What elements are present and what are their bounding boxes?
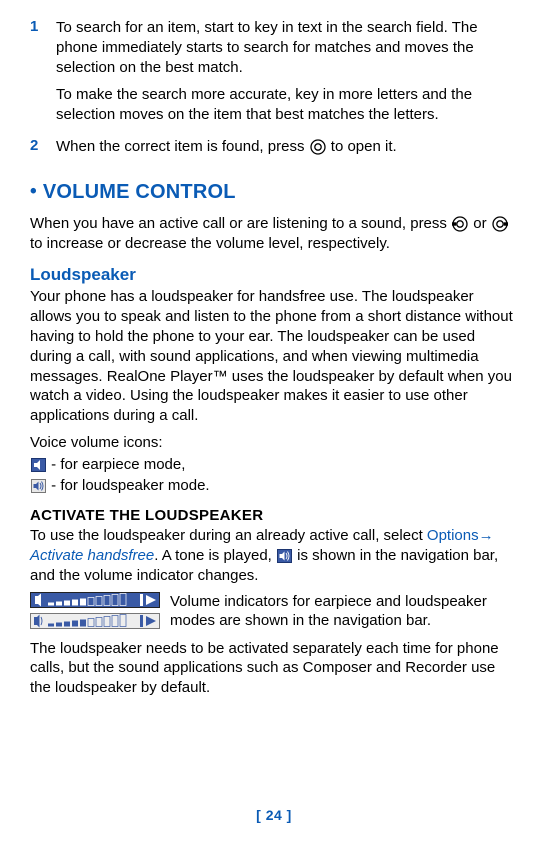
page-number: [ 24 ] bbox=[0, 807, 548, 823]
vc-intro-mid: or bbox=[473, 215, 491, 232]
step-text: When the correct item is found, press to… bbox=[56, 137, 397, 157]
vc-intro-b: to increase or decrease the volume level… bbox=[30, 235, 390, 252]
voice-icons-label: Voice volume icons: bbox=[30, 432, 518, 454]
scroll-left-icon bbox=[452, 216, 468, 232]
step-text-prefix: When the correct item is found, press bbox=[56, 138, 309, 155]
loudspeaker-nav-icon bbox=[277, 549, 292, 563]
scroll-right-icon bbox=[492, 216, 508, 232]
volume-indicator-figure: Volume indicators for earpiece and louds… bbox=[30, 592, 518, 635]
voice-icons-list: Voice volume icons: - for earpiece mode,… bbox=[30, 432, 518, 497]
figure-caption: Volume indicators for earpiece and louds… bbox=[170, 592, 518, 635]
volume-control-intro: When you have an active call or are list… bbox=[30, 214, 518, 254]
step-text: To search for an item, start to key in t… bbox=[56, 18, 518, 125]
step-2: 2 When the correct item is found, press … bbox=[30, 137, 518, 157]
step-number: 2 bbox=[30, 137, 56, 157]
earpiece-mode-icon bbox=[31, 458, 46, 472]
bullet-icon: • bbox=[30, 181, 37, 202]
select-key-icon bbox=[310, 139, 326, 155]
vc-intro-a: When you have an active call or are list… bbox=[30, 215, 451, 232]
earpiece-mode-text: - for earpiece mode, bbox=[51, 456, 185, 473]
activate-para-1: To use the loudspeaker during an already… bbox=[30, 526, 518, 585]
step-text-a: To search for an item, start to key in t… bbox=[56, 18, 518, 77]
volume-control-heading-text: VOLUME CONTROL bbox=[43, 181, 236, 203]
volume-control-heading: • VOLUME CONTROL bbox=[30, 181, 518, 204]
volume-indicator-image bbox=[30, 592, 160, 635]
activate-para-2: The loudspeaker needs to be activated se… bbox=[30, 639, 518, 698]
loudspeaker-heading: Loudspeaker bbox=[30, 265, 518, 285]
step-text-b: To make the search more accurate, key in… bbox=[56, 85, 518, 125]
step-number: 1 bbox=[30, 18, 56, 125]
options-link: Options bbox=[427, 527, 479, 544]
earpiece-mode-row: - for earpiece mode, bbox=[30, 454, 518, 476]
activate-handsfree-link: Activate handsfree bbox=[30, 547, 154, 564]
arrow-icon: → bbox=[479, 527, 494, 544]
activate-p1-mid: . A tone is played, bbox=[154, 547, 276, 564]
activate-heading: ACTIVATE THE LOUDSPEAKER bbox=[30, 507, 518, 524]
loudspeaker-mode-text: - for loudspeaker mode. bbox=[51, 477, 209, 494]
activate-p1-prefix: To use the loudspeaker during an already… bbox=[30, 527, 427, 544]
step-1: 1 To search for an item, start to key in… bbox=[30, 18, 518, 125]
loudspeaker-mode-icon bbox=[31, 479, 46, 493]
numbered-steps: 1 To search for an item, start to key in… bbox=[30, 18, 518, 157]
step-text-suffix: to open it. bbox=[331, 138, 397, 155]
loudspeaker-mode-row: - for loudspeaker mode. bbox=[30, 475, 518, 497]
loudspeaker-para: Your phone has a loudspeaker for handsfr… bbox=[30, 287, 518, 426]
